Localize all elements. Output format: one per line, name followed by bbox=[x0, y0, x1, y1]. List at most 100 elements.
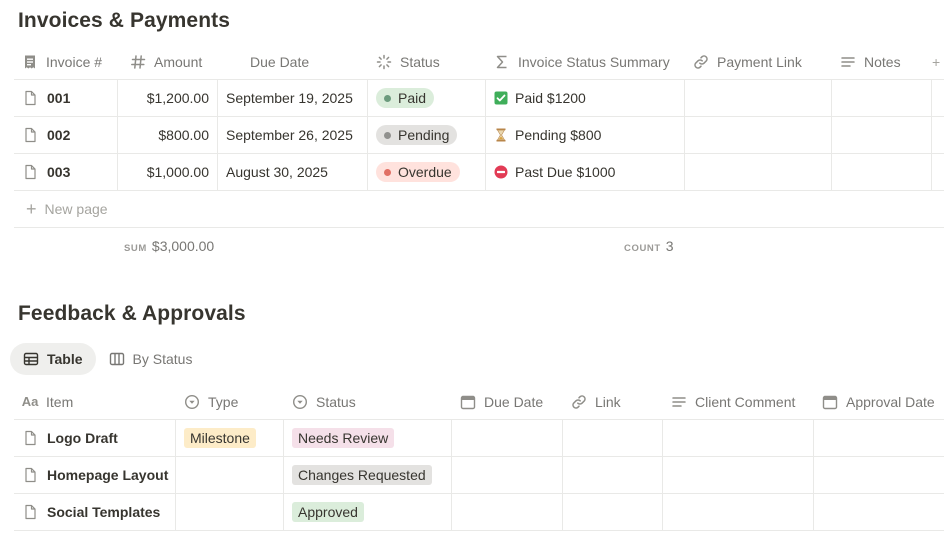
add-column-button[interactable]: + bbox=[932, 44, 944, 79]
col-label: Status bbox=[316, 393, 356, 410]
link-cell[interactable] bbox=[563, 494, 663, 530]
table-icon bbox=[23, 352, 39, 366]
col-due-date[interactable]: Due Date bbox=[218, 44, 368, 79]
page-icon bbox=[25, 430, 36, 446]
due-date-cell[interactable]: September 19, 2025 bbox=[218, 80, 368, 116]
sum-calculation[interactable]: SUM $3,000.00 bbox=[124, 238, 214, 254]
status-label: Paid bbox=[398, 90, 427, 106]
status-tag: Needs Review bbox=[292, 428, 395, 448]
col-invoice-status-summary[interactable]: Invoice Status Summary bbox=[486, 44, 685, 79]
status-cell[interactable]: Pending bbox=[368, 117, 486, 153]
page-icon bbox=[25, 127, 36, 143]
client-comment-cell[interactable] bbox=[663, 420, 814, 456]
col-status[interactable]: Status bbox=[284, 384, 452, 419]
invoice-number-cell[interactable]: 002 bbox=[14, 117, 118, 153]
status-dot bbox=[384, 168, 391, 176]
empty-cell bbox=[932, 117, 944, 153]
status-cell[interactable]: Overdue bbox=[368, 154, 486, 190]
approval-date-cell[interactable] bbox=[814, 457, 944, 493]
tab-by-status[interactable]: By Status bbox=[96, 343, 206, 375]
client-comment-cell[interactable] bbox=[663, 494, 814, 530]
col-status[interactable]: Status bbox=[368, 44, 486, 79]
due-date-cell[interactable] bbox=[452, 420, 563, 456]
col-label: Link bbox=[595, 393, 621, 410]
client-comment-cell[interactable] bbox=[663, 457, 814, 493]
due-date-cell[interactable] bbox=[452, 457, 563, 493]
item-cell[interactable]: Logo Draft bbox=[14, 420, 176, 456]
payment-link-cell[interactable] bbox=[685, 117, 832, 153]
col-client-comment[interactable]: Client Comment bbox=[663, 384, 814, 419]
summary-cell[interactable]: Pending $800 bbox=[486, 117, 685, 153]
due-date-cell[interactable]: September 26, 2025 bbox=[218, 117, 368, 153]
col-due-date[interactable]: Due Date bbox=[452, 384, 563, 419]
status-cell[interactable]: Approved bbox=[284, 494, 452, 530]
type-cell[interactable]: Milestone bbox=[176, 420, 284, 456]
tab-label: Table bbox=[47, 351, 83, 367]
col-label: Approval Date bbox=[846, 393, 935, 410]
status-label: Pending bbox=[398, 127, 450, 143]
text-lines-icon bbox=[671, 394, 687, 410]
select-icon bbox=[292, 394, 308, 410]
invoice-number-cell[interactable]: 003 bbox=[14, 154, 118, 190]
text-aa-icon: Aa bbox=[21, 394, 39, 409]
amount-cell[interactable]: $1,200.00 bbox=[118, 80, 218, 116]
table-row[interactable]: 003 $1,000.00 August 30, 2025 Overdue Pa… bbox=[14, 154, 944, 191]
approval-date-cell[interactable] bbox=[814, 494, 944, 530]
due-date-cell[interactable] bbox=[452, 494, 563, 530]
col-link[interactable]: Link bbox=[563, 384, 663, 419]
summary-cell[interactable]: Past Due $1000 bbox=[486, 154, 685, 190]
col-payment-link[interactable]: Payment Link bbox=[685, 44, 832, 79]
col-label: Amount bbox=[154, 53, 203, 70]
summary-cell[interactable]: Paid $1200 bbox=[486, 80, 685, 116]
status-dot bbox=[384, 131, 391, 139]
link-icon bbox=[693, 54, 709, 70]
feedback-title: Feedback & Approvals bbox=[18, 302, 246, 325]
col-label: Invoice # bbox=[46, 53, 103, 70]
amount-cell[interactable]: $1,000.00 bbox=[118, 154, 218, 190]
status-cell[interactable]: Needs Review bbox=[284, 420, 452, 456]
notes-cell[interactable] bbox=[832, 154, 932, 190]
empty-cell bbox=[932, 80, 944, 116]
amount-cell[interactable]: $800.00 bbox=[118, 117, 218, 153]
col-amount[interactable]: Amount bbox=[118, 44, 218, 79]
count-value: 3 bbox=[665, 238, 674, 254]
table-row[interactable]: 001 $1,200.00 September 19, 2025 Paid Pa… bbox=[14, 80, 944, 117]
table-row[interactable]: Logo Draft Milestone Needs Review bbox=[14, 420, 944, 457]
col-item[interactable]: Aa Item bbox=[14, 384, 176, 419]
payment-link-cell[interactable] bbox=[685, 154, 832, 190]
approval-date-cell[interactable] bbox=[814, 420, 944, 456]
link-icon bbox=[571, 394, 587, 410]
empty-cell bbox=[932, 154, 944, 190]
col-label: Invoice Status Summary bbox=[518, 53, 670, 70]
type-cell[interactable] bbox=[176, 457, 284, 493]
summary-text: Past Due $1000 bbox=[515, 164, 616, 180]
link-cell[interactable] bbox=[563, 420, 663, 456]
invoice-number-cell[interactable]: 001 bbox=[14, 80, 118, 116]
feedback-header-row: Aa Item Type Status Due Date Link Client… bbox=[14, 384, 944, 420]
due-date-cell[interactable]: August 30, 2025 bbox=[218, 154, 368, 190]
item-cell[interactable]: Homepage Layout bbox=[14, 457, 176, 493]
col-approval-date[interactable]: Approval Date bbox=[814, 384, 944, 419]
tab-table[interactable]: Table bbox=[10, 343, 96, 375]
col-type[interactable]: Type bbox=[176, 384, 284, 419]
summary-text: Paid $1200 bbox=[515, 90, 586, 106]
status-cell[interactable]: Changes Requested bbox=[284, 457, 452, 493]
notes-cell[interactable] bbox=[832, 117, 932, 153]
table-row[interactable]: 002 $800.00 September 26, 2025 Pending P… bbox=[14, 117, 944, 154]
type-cell[interactable] bbox=[176, 494, 284, 530]
table-row[interactable]: Social Templates Approved bbox=[14, 494, 944, 531]
check-box-icon bbox=[494, 91, 508, 105]
notes-cell[interactable] bbox=[832, 80, 932, 116]
col-invoice-number[interactable]: Invoice # bbox=[14, 44, 118, 79]
new-page-button[interactable]: + New page bbox=[14, 191, 944, 228]
status-cell[interactable]: Paid bbox=[368, 80, 486, 116]
sigma-icon bbox=[494, 54, 510, 70]
col-notes[interactable]: Notes bbox=[832, 44, 932, 79]
count-calculation[interactable]: COUNT 3 bbox=[624, 238, 674, 254]
table-row[interactable]: Homepage Layout Changes Requested bbox=[14, 457, 944, 494]
item-cell[interactable]: Social Templates bbox=[14, 494, 176, 530]
item-name: Social Templates bbox=[47, 504, 161, 520]
payment-link-cell[interactable] bbox=[685, 80, 832, 116]
page-icon bbox=[25, 164, 36, 180]
link-cell[interactable] bbox=[563, 457, 663, 493]
